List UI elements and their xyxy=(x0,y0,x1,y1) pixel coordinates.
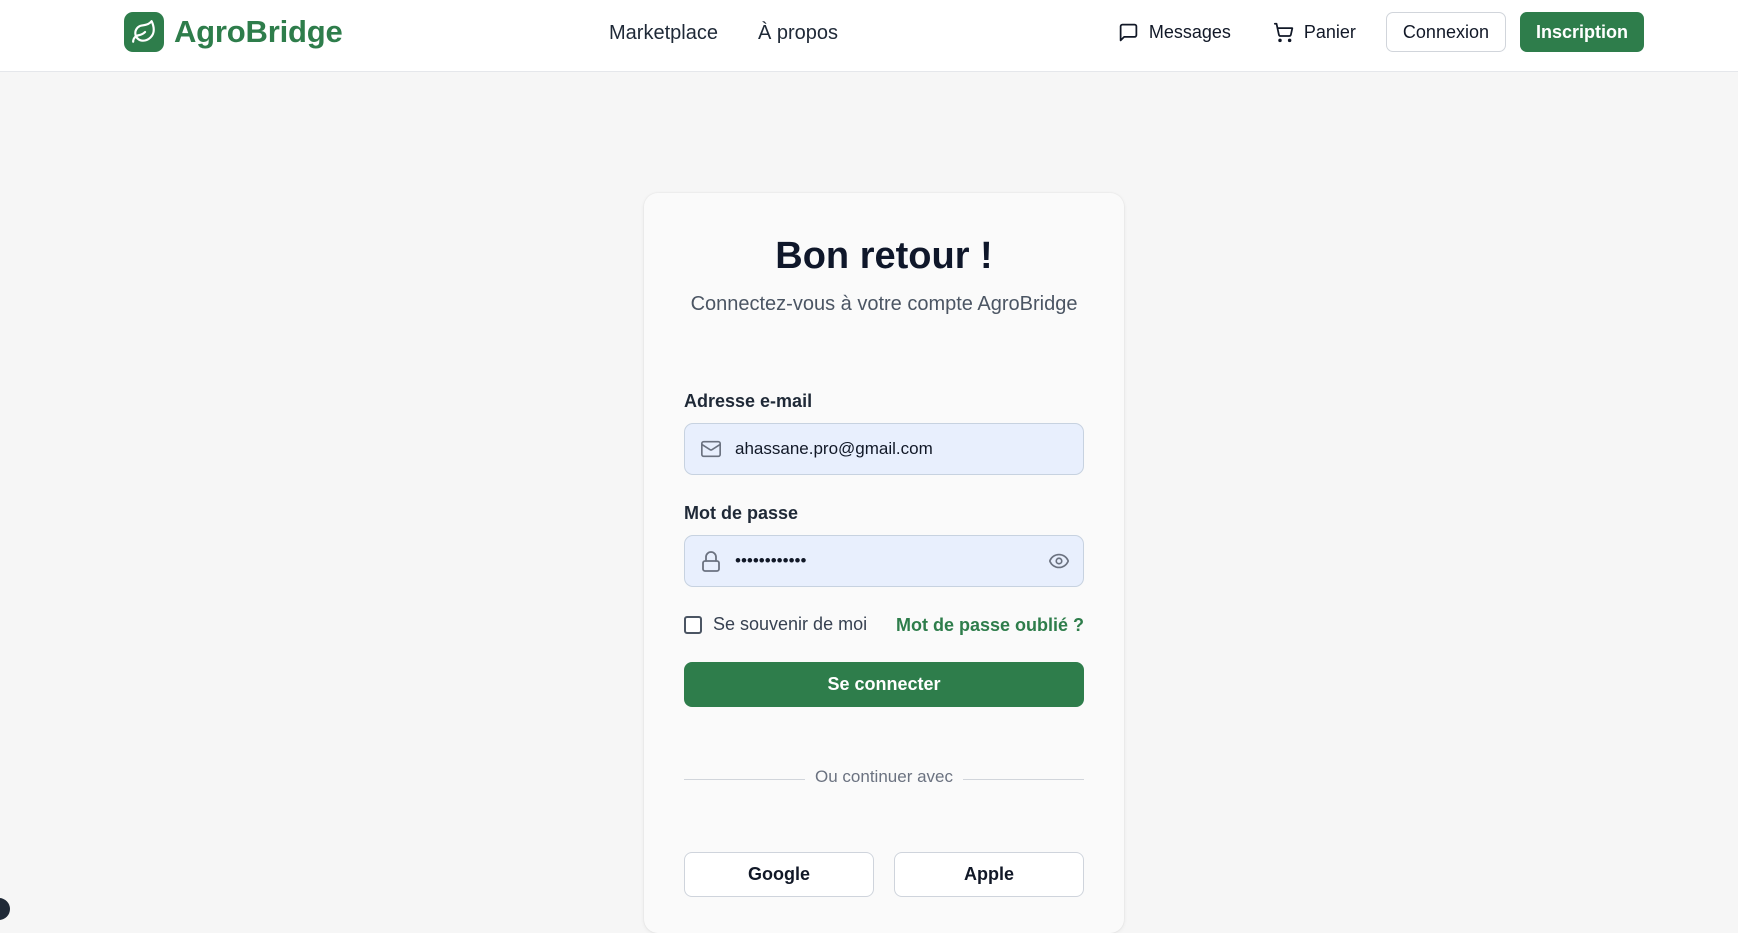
apple-button[interactable]: Apple xyxy=(894,852,1084,897)
login-button[interactable]: Connexion xyxy=(1385,12,1506,52)
eye-icon[interactable] xyxy=(1047,550,1071,577)
account-actions: Messages Panier Connexion Inscription xyxy=(1118,12,1644,52)
forgot-password-link[interactable]: Mot de passe oublié ? xyxy=(896,615,1084,636)
brand-name: AgroBridge xyxy=(174,14,343,49)
divider-label: Ou continuer avec xyxy=(805,767,963,786)
nav-link-about[interactable]: À propos xyxy=(758,20,838,46)
email-label: Adresse e-mail xyxy=(684,391,813,411)
leaf-icon xyxy=(124,12,164,52)
email-input[interactable] xyxy=(735,424,1035,474)
email-field[interactable] xyxy=(684,423,1084,475)
login-card: Bon retour ! Connectez-vous à votre comp… xyxy=(644,193,1124,933)
messages-link[interactable]: Messages xyxy=(1118,22,1231,43)
google-button[interactable]: Google xyxy=(684,852,874,897)
cart-link[interactable]: Panier xyxy=(1273,22,1356,43)
login-subtitle: Connectez-vous à votre compte AgroBridge xyxy=(690,293,1078,315)
login-title: Bon retour ! xyxy=(775,235,993,277)
messages-label: Messages xyxy=(1148,21,1231,42)
floating-widget[interactable] xyxy=(0,898,10,920)
signup-button[interactable]: Inscription xyxy=(1519,12,1644,52)
cart-label: Panier xyxy=(1303,21,1356,42)
brand[interactable]: AgroBridge xyxy=(124,12,343,52)
mail-icon xyxy=(699,438,723,465)
message-square-icon xyxy=(1118,22,1139,43)
remember-label: Se souvenir de moi xyxy=(713,614,868,634)
shopping-cart-icon xyxy=(1273,22,1294,43)
top-navigation-bar: AgroBridge Marketplace À propos Messages… xyxy=(0,0,1738,72)
divider: Ou continuer avec xyxy=(644,767,1124,787)
lock-icon xyxy=(699,550,723,579)
remember-checkbox[interactable] xyxy=(684,615,702,634)
password-input[interactable] xyxy=(735,536,1035,586)
remember-me[interactable]: Se souvenir de moi xyxy=(684,614,867,635)
password-field[interactable] xyxy=(684,535,1084,587)
nav-link-marketplace[interactable]: Marketplace xyxy=(609,20,718,46)
main-nav: Marketplace À propos xyxy=(609,20,838,46)
sign-in-button[interactable]: Se connecter xyxy=(684,662,1084,707)
password-label: Mot de passe xyxy=(684,503,799,523)
